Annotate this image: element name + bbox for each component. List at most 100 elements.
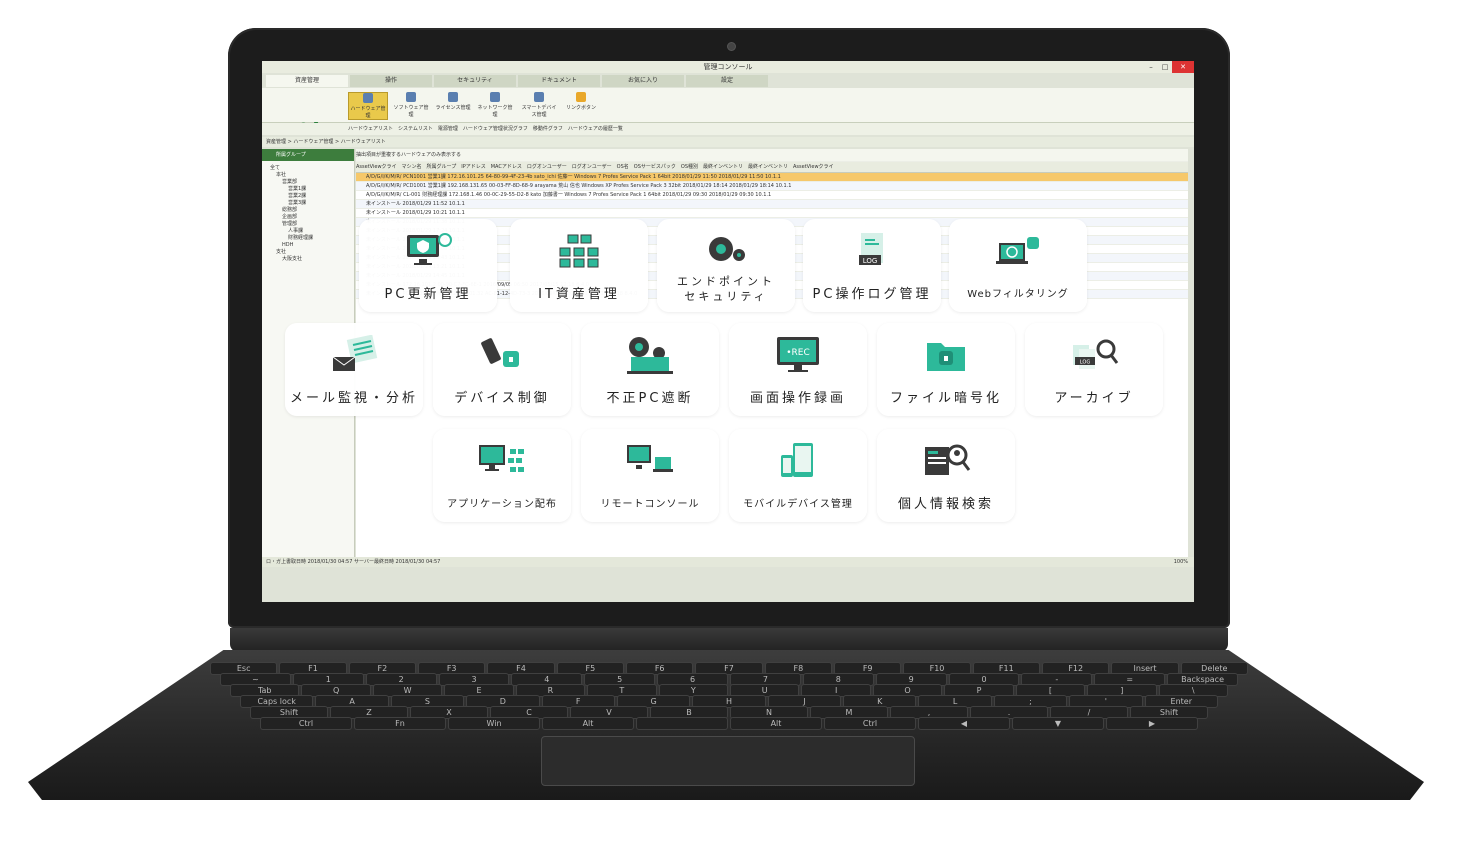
minimize-button[interactable]: –: [1144, 61, 1158, 73]
feature-label: リモートコンソール: [600, 499, 700, 510]
ribbon-linkbutton[interactable]: リンクボタン: [562, 92, 600, 118]
group-tree[interactable]: 全て 本社 営業部 営業1課 営業2課 営業3課 総務部 企画部 管理部 人事課…: [262, 161, 354, 263]
grid-header[interactable]: AssetViewクライ マシン名 所属グループ IPアドレス MACアドレス …: [356, 162, 1188, 173]
feature-label: ファイル暗号化: [889, 391, 1002, 406]
tree-item[interactable]: 営業1課: [270, 186, 354, 193]
feature-tile-app-distribution[interactable]: アプリケーション配布: [433, 429, 571, 522]
feature-label: IT資産管理: [538, 287, 620, 302]
ribbon-license[interactable]: ライセンス管理: [434, 92, 472, 118]
tree-item[interactable]: 支社: [270, 249, 354, 256]
touchpad: [541, 736, 915, 786]
table-row[interactable]: A/D/G/I/K/M/R/ CL-001 財務経理課 172.168.1.46…: [356, 191, 1188, 200]
personal-info-icon: [921, 441, 971, 481]
screen-record-icon: •REC: [773, 335, 823, 375]
mobile-device-icon: [773, 441, 823, 481]
tab-bar: 資産管理 操作 セキュリティ ドキュメント お気に入り 設定: [262, 75, 1194, 87]
feature-label: 個人情報検索: [897, 497, 994, 512]
feature-tile-unauthorized-pc[interactable]: 不正PC遮断: [581, 323, 719, 416]
feature-tile-pc-log[interactable]: LOG PC操作ログ管理: [803, 219, 941, 312]
keyboard: Esc F1 F2 F3 F4 F5 F6 F7 F8 F9 F10 F11 F12 Insert Dele…: [210, 662, 1250, 730]
tab-favorites[interactable]: お気に入り: [602, 75, 684, 87]
feature-label: Webフィルタリング: [967, 289, 1069, 300]
keyboard-key: Ctrl: [260, 717, 352, 730]
tree-item[interactable]: 全て: [270, 165, 354, 172]
keyboard-key: [636, 717, 728, 730]
tab-asset[interactable]: 資産管理: [266, 75, 348, 87]
pc-log-icon: LOG: [847, 231, 897, 271]
feature-tile-endpoint-security[interactable]: エンドポイント セキュリティ: [657, 219, 795, 312]
tree-item[interactable]: 財務経理課: [270, 235, 354, 242]
feature-label: 不正PC遮断: [606, 391, 694, 406]
keyboard-key: Ctrl: [824, 717, 916, 730]
tab-settings[interactable]: 設定: [686, 75, 768, 87]
webcam-icon: [727, 42, 736, 51]
table-row[interactable]: 未インストール 2018/01/29 11:52 10.1.1: [356, 200, 1188, 209]
window-controls: – □ ✕: [1144, 61, 1194, 73]
feature-tile-screen-record[interactable]: •REC 画面操作録画: [729, 323, 867, 416]
keyboard-key: Fn: [354, 717, 446, 730]
tree-item[interactable]: 総務部: [270, 207, 354, 214]
endpoint-security-icon: [701, 231, 751, 271]
tree-item[interactable]: 営業3課: [270, 200, 354, 207]
status-text: ロ・ガ上書取日時 2018/01/30 04:57 サーバー最終日時 2018/…: [266, 559, 441, 565]
feature-tile-it-asset[interactable]: IT資産管理: [510, 219, 648, 312]
left-pane-header: 所属グループ: [262, 149, 354, 161]
ribbon-software[interactable]: ソフトウェア管理: [392, 92, 430, 118]
keyboard-key: ▼: [1012, 717, 1104, 730]
ribbon: ←→○↻ ハードウェア管理 ソフトウェア管理 ライセンス管理 ネットワーク管理 …: [262, 88, 1194, 135]
tree-item[interactable]: HDH: [270, 242, 354, 249]
tree-item[interactable]: 本社: [270, 172, 354, 179]
sub-toolbar[interactable]: ハードウェアリスト システムリスト 電源管理 ハードウェア管理状況グラフ 移動件…: [262, 123, 1194, 135]
ribbon-network[interactable]: ネットワーク管理: [476, 92, 514, 118]
feature-label: エンドポイント セキュリティ: [677, 275, 775, 303]
keyboard-key: Alt: [542, 717, 634, 730]
ribbon-smartdevice[interactable]: スマートデバイス管理: [520, 92, 558, 118]
svg-text:LOG: LOG: [1080, 360, 1091, 366]
archive-icon: LOG: [1069, 335, 1119, 375]
zoom-level[interactable]: 100%: [1174, 557, 1188, 567]
table-row[interactable]: A/D/G/I/K/M/R/ PCN1001 営業1課 172.16.101.2…: [356, 173, 1188, 182]
feature-tile-remote-console[interactable]: リモートコンソール: [581, 429, 719, 522]
tree-item[interactable]: 大阪支社: [270, 256, 354, 263]
close-button[interactable]: ✕: [1172, 61, 1194, 73]
feature-label: モバイルデバイス管理: [743, 499, 853, 510]
keyboard-key: Win: [448, 717, 540, 730]
feature-tile-web-filter[interactable]: Webフィルタリング: [949, 219, 1087, 312]
feature-tile-personal-info[interactable]: 個人情報検索: [877, 429, 1015, 522]
tree-item[interactable]: 管理部: [270, 221, 354, 228]
keyboard-key: ▶: [1106, 717, 1198, 730]
maximize-button[interactable]: □: [1158, 61, 1172, 73]
tree-item[interactable]: 企画部: [270, 214, 354, 221]
feature-tile-pc-update[interactable]: PC更新管理: [359, 219, 497, 312]
feature-tile-device-control[interactable]: デバイス制御: [433, 323, 571, 416]
tab-operation[interactable]: 操作: [350, 75, 432, 87]
feature-tile-mail-monitor[interactable]: メール監視・分析: [285, 323, 423, 416]
tab-security[interactable]: セキュリティ: [434, 75, 516, 87]
tab-document[interactable]: ドキュメント: [518, 75, 600, 87]
keyboard-key: Alt: [730, 717, 822, 730]
it-asset-icon: [554, 231, 604, 271]
feature-label: PC更新管理: [384, 287, 472, 302]
device-control-icon: [477, 335, 527, 375]
unauthorized-pc-icon: [625, 335, 675, 375]
table-row[interactable]: 未インストール 2018/01/29 10:21 10.1.1: [356, 209, 1188, 218]
pc-update-icon: [403, 231, 453, 271]
svg-text:LOG: LOG: [863, 257, 878, 265]
tree-item[interactable]: 人事課: [270, 228, 354, 235]
feature-label: PC操作ログ管理: [812, 287, 932, 302]
remote-console-icon: [625, 441, 675, 481]
window-title: 管理コンソール: [262, 61, 1194, 73]
svg-text:•REC: •REC: [786, 348, 810, 358]
keyboard-key: ◀: [918, 717, 1010, 730]
feature-label: デバイス制御: [454, 391, 550, 406]
tree-item[interactable]: 営業部: [270, 179, 354, 186]
grid-filter[interactable]: 抽出項目が重複するハードウェアのみ表示する: [356, 149, 1188, 162]
feature-tile-mobile-device[interactable]: モバイルデバイス管理: [729, 429, 867, 522]
feature-tile-archive[interactable]: LOG アーカイブ: [1025, 323, 1163, 416]
feature-tile-file-encrypt[interactable]: ファイル暗号化: [877, 323, 1015, 416]
file-encrypt-icon: [921, 335, 971, 375]
ribbon-hardware[interactable]: ハードウェア管理: [348, 92, 388, 120]
feature-label: アーカイブ: [1054, 391, 1134, 406]
tree-item[interactable]: 営業2課: [270, 193, 354, 200]
table-row[interactable]: A/D/G/I/K/M/R/ PCD1001 営業1課 192.168.131.…: [356, 182, 1188, 191]
